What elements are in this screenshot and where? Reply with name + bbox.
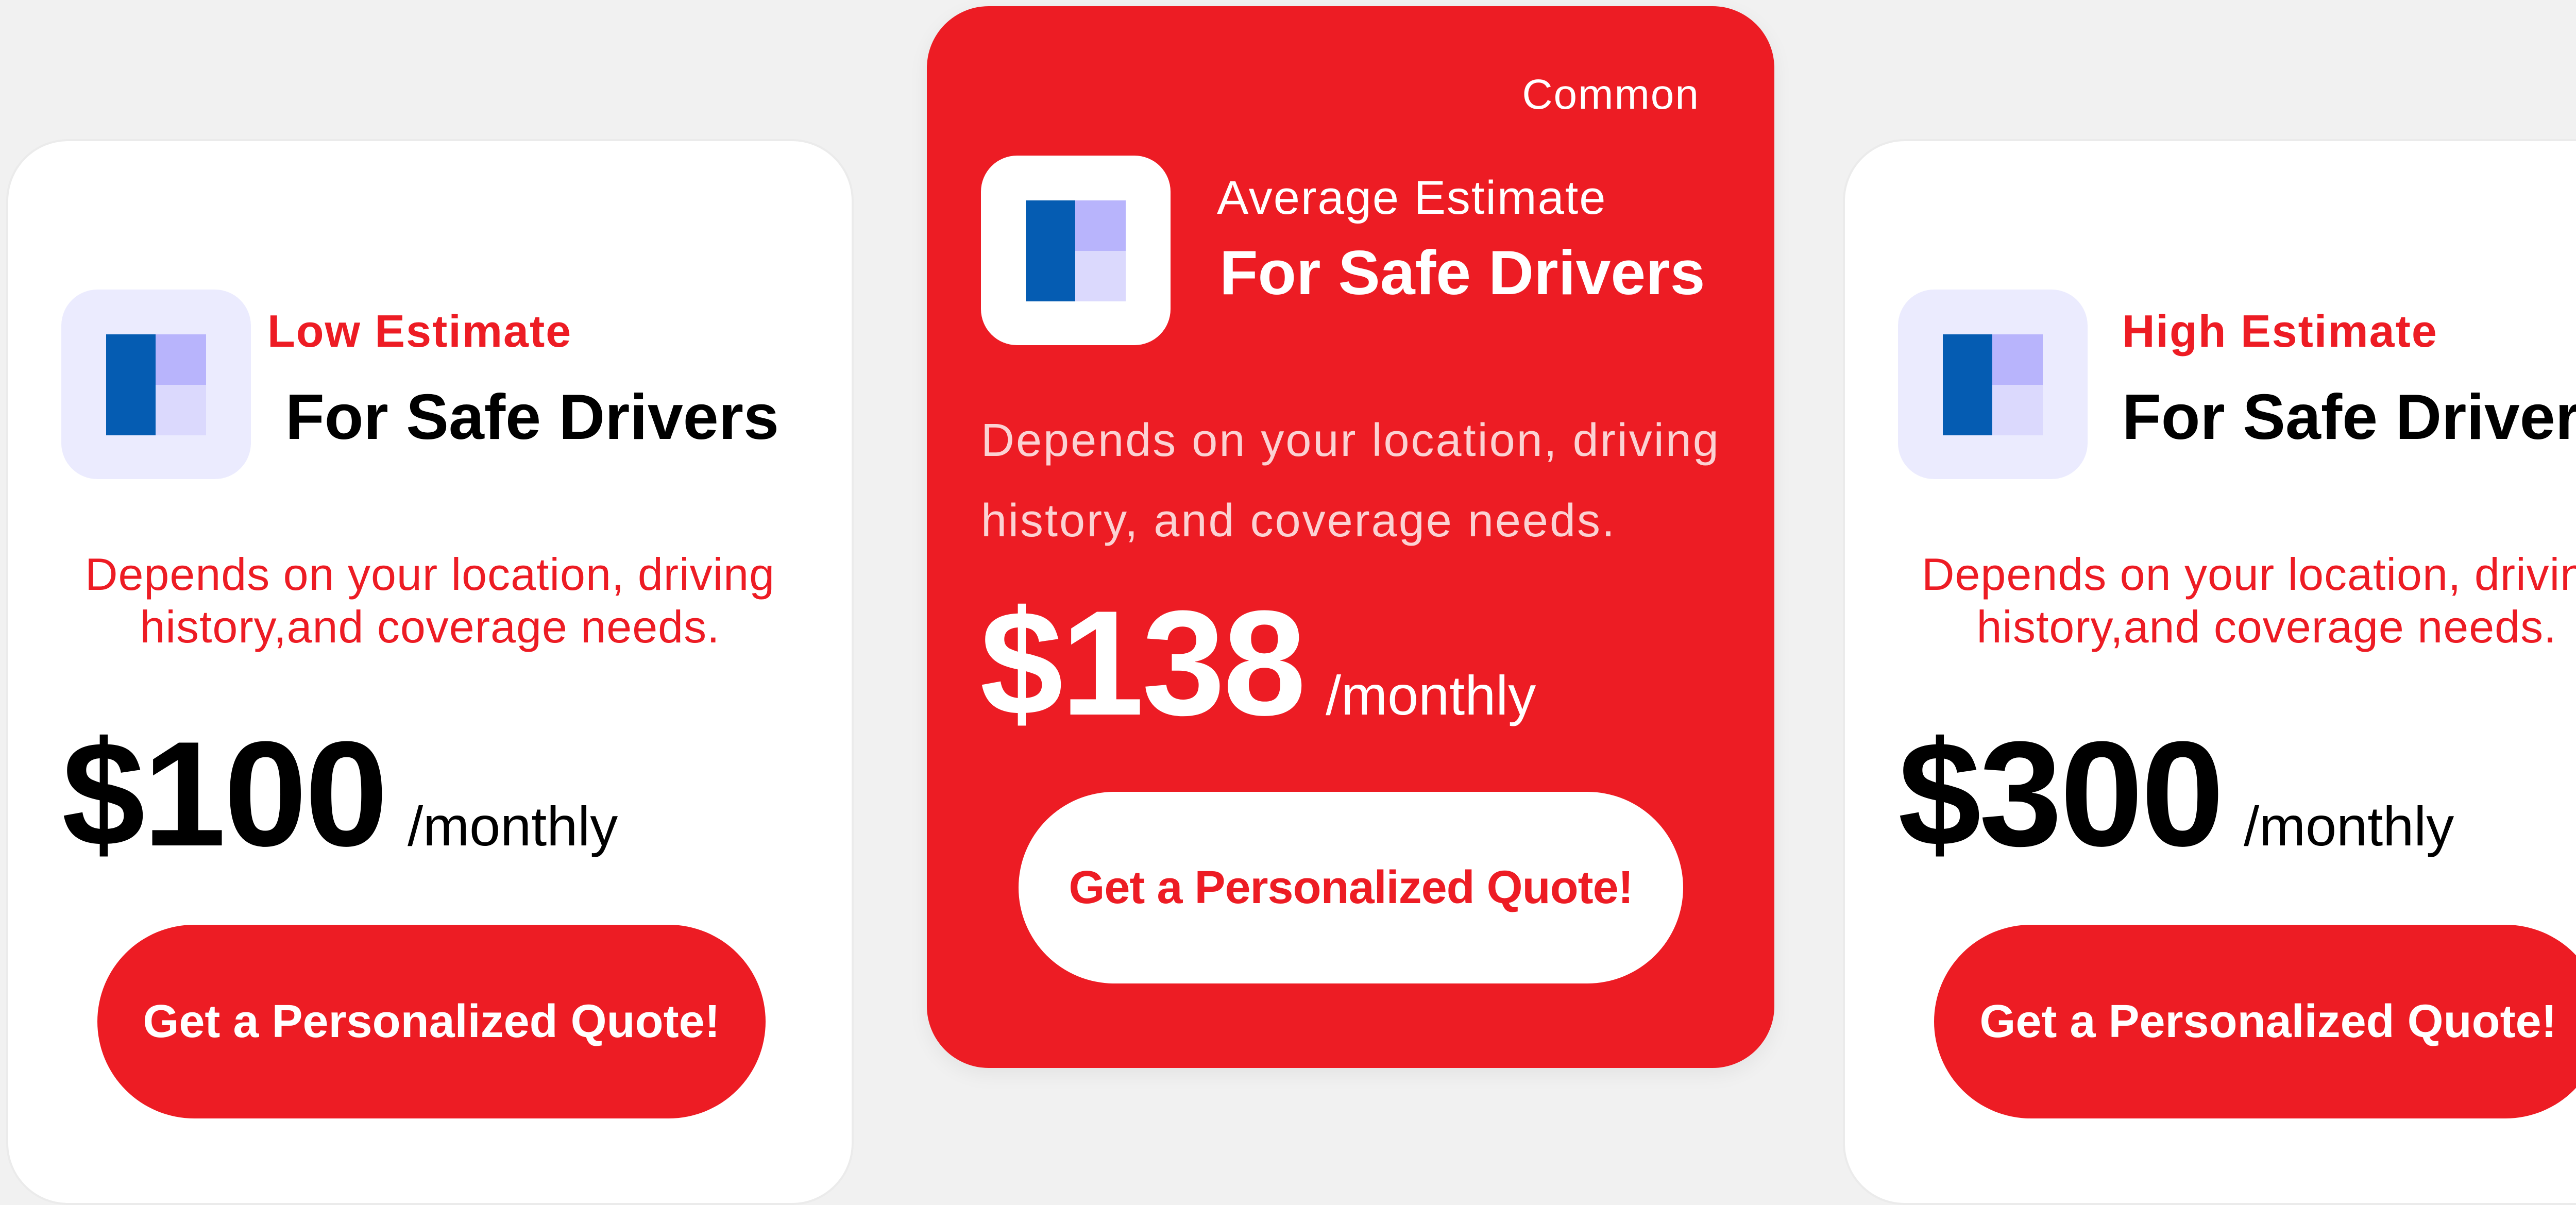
price-period: /monthly (1326, 664, 1536, 726)
pricing-card-average: Common Average Estimate For Safe Drivers… (927, 6, 1774, 1068)
price-row: $300 /monthly (1898, 719, 2454, 869)
plan-description: Depends on your location, driving histor… (8, 548, 852, 653)
estimate-label: Average Estimate (1217, 172, 1607, 224)
common-badge: Common (1522, 71, 1700, 118)
plan-description-line-2: history,and coverage needs. (1976, 601, 2557, 652)
price-period: /monthly (2244, 795, 2454, 857)
layout-icon (1898, 290, 2088, 479)
layout-icon-square-bottom (1075, 251, 1126, 301)
plan-description-line-1: Depends on your location, driving (981, 415, 1720, 466)
plan-description-line-1: Depends on your location, driving (1921, 549, 2576, 600)
layout-icon-bar (106, 334, 156, 435)
plan-subhead: For Safe Drivers (285, 382, 779, 453)
price-value: $138 (980, 580, 1306, 746)
pricing-card-low: Low Estimate For Safe Drivers Depends on… (6, 139, 854, 1205)
price-value: $300 (1898, 710, 2224, 877)
layout-icon-bar (1026, 200, 1075, 301)
estimate-label: Low Estimate (267, 306, 572, 357)
get-quote-button-average[interactable]: Get a Personalized Quote! (1019, 792, 1683, 983)
plan-description: Depends on your location, driving histor… (1845, 548, 2576, 653)
price-period: /monthly (408, 795, 618, 857)
layout-icon-square-top (1075, 200, 1126, 251)
price-row: $138 /monthly (980, 588, 1536, 738)
estimate-label: High Estimate (2122, 306, 2438, 357)
get-quote-button-low[interactable]: Get a Personalized Quote! (97, 925, 766, 1118)
layout-icon-square-top (1992, 334, 2043, 385)
layout-icon (981, 156, 1171, 345)
layout-icon-square-bottom (156, 385, 206, 435)
layout-icon-bar (1943, 334, 1992, 435)
layout-icon (61, 290, 251, 479)
get-quote-button-high[interactable]: Get a Personalized Quote! (1934, 925, 2576, 1118)
plan-description: Depends on your location, driving histor… (981, 400, 1774, 561)
plan-subhead: For Safe Drivers (2122, 382, 2576, 453)
plan-subhead: For Safe Drivers (1219, 237, 1705, 308)
plan-description-line-2: history, and coverage needs. (981, 495, 1617, 547)
layout-icon-square-top (156, 334, 206, 385)
pricing-card-high: High Estimate For Safe Drivers Depends o… (1843, 139, 2576, 1205)
price-value: $100 (62, 710, 388, 877)
layout-icon-square-bottom (1992, 385, 2043, 435)
price-row: $100 /monthly (62, 719, 618, 869)
plan-description-line-1: Depends on your location, driving (84, 549, 775, 600)
plan-description-line-2: history,and coverage needs. (140, 601, 720, 652)
